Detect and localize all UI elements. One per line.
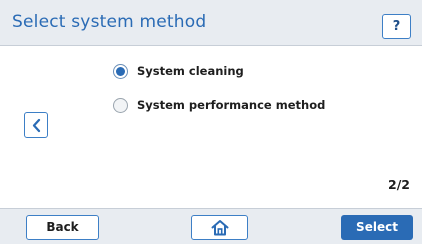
header-bar: Select system method ? [0,0,422,46]
option-label: System cleaning [137,64,244,78]
page-title: Select system method [12,12,207,32]
chevron-left-icon [32,118,41,133]
select-button[interactable]: Select [341,215,413,240]
option-system-performance-method[interactable]: System performance method [113,95,325,115]
page-indicator: 2/2 [388,177,410,192]
radio-system-performance-method[interactable] [113,97,128,113]
home-button[interactable] [191,215,248,240]
select-system-method-screen: Select system method ? System cleaning S… [0,0,422,244]
option-system-cleaning[interactable]: System cleaning [113,61,244,81]
option-label: System performance method [137,98,326,112]
radio-system-cleaning[interactable] [113,63,128,79]
footer-bar: Back Select [0,208,422,244]
previous-page-button[interactable] [24,112,48,138]
home-icon [211,220,229,236]
help-button[interactable]: ? [382,14,411,39]
back-button[interactable]: Back [26,215,99,240]
